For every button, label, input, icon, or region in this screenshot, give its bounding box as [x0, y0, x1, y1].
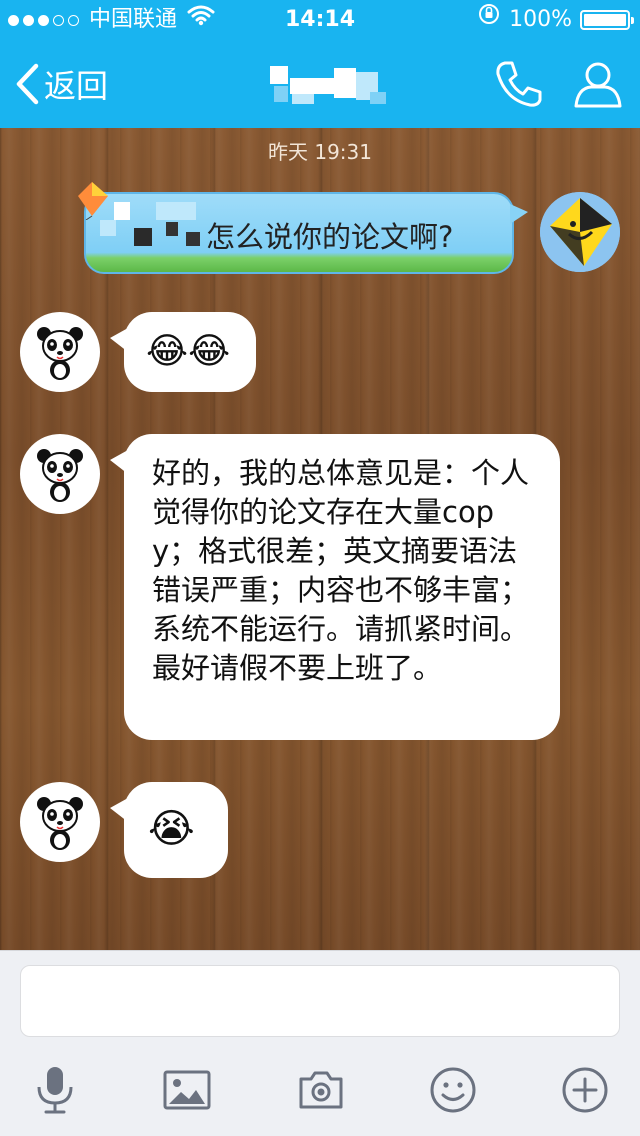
kite-smiley-avatar [540, 192, 620, 272]
message-timestamp: 昨天 19:31 [268, 140, 372, 164]
received-message-text: 好的，我的总体意见是：个人觉得你的论文存在大量copy；格式很差；英文摘要语法错… [152, 456, 530, 685]
emoji-crying: 😭 [148, 806, 195, 852]
contact-avatar[interactable] [20, 782, 100, 862]
emoji-icon[interactable] [428, 1065, 478, 1115]
received-message-bubble[interactable]: 好的，我的总体意见是：个人觉得你的论文存在大量copy；格式很差；英文摘要语法错… [110, 434, 560, 740]
contact-name-obscured [270, 66, 390, 106]
image-icon[interactable] [162, 1065, 212, 1115]
my-avatar[interactable] [540, 192, 620, 272]
nav-bar: 返回 [0, 40, 640, 128]
battery-icon [580, 10, 634, 30]
back-button[interactable]: 返回 [14, 60, 108, 108]
rotation-lock-icon [477, 0, 501, 40]
panda-avatar [37, 327, 83, 380]
contact-avatar[interactable] [20, 434, 100, 514]
camera-icon[interactable] [296, 1065, 346, 1115]
panda-avatar [37, 449, 83, 502]
phone-icon[interactable] [492, 58, 544, 114]
plus-icon[interactable] [560, 1065, 610, 1115]
input-bar [0, 950, 640, 1136]
battery-percent: 100% [509, 7, 572, 32]
sent-message-text: 怎么说你的论文啊? [206, 220, 454, 254]
status-bar: 中国联通 14:14 100% [0, 0, 640, 40]
received-message-bubble[interactable]: 😭 [110, 782, 228, 878]
top-bar: 中国联通 14:14 100% 返回 [0, 0, 640, 128]
panda-avatar [37, 797, 83, 850]
sent-message-bubble[interactable]: 怎么说你的论文啊? [78, 182, 528, 274]
chevron-left-icon [16, 63, 39, 105]
contact-avatar[interactable] [20, 312, 100, 392]
received-message-bubble[interactable]: 😂😂 [110, 312, 256, 392]
sender-name-obscured [100, 202, 210, 252]
message-input[interactable] [20, 965, 620, 1037]
microphone-icon[interactable] [30, 1065, 80, 1115]
profile-icon[interactable] [572, 58, 624, 114]
chat-area[interactable]: 昨天 19:31 怎么说你的论文啊? 😂😂 好的，我的总体意见是：个人觉得你的论… [0, 128, 640, 950]
emoji-laugh-cry: 😂😂 [146, 331, 231, 372]
back-label: 返回 [44, 67, 109, 105]
